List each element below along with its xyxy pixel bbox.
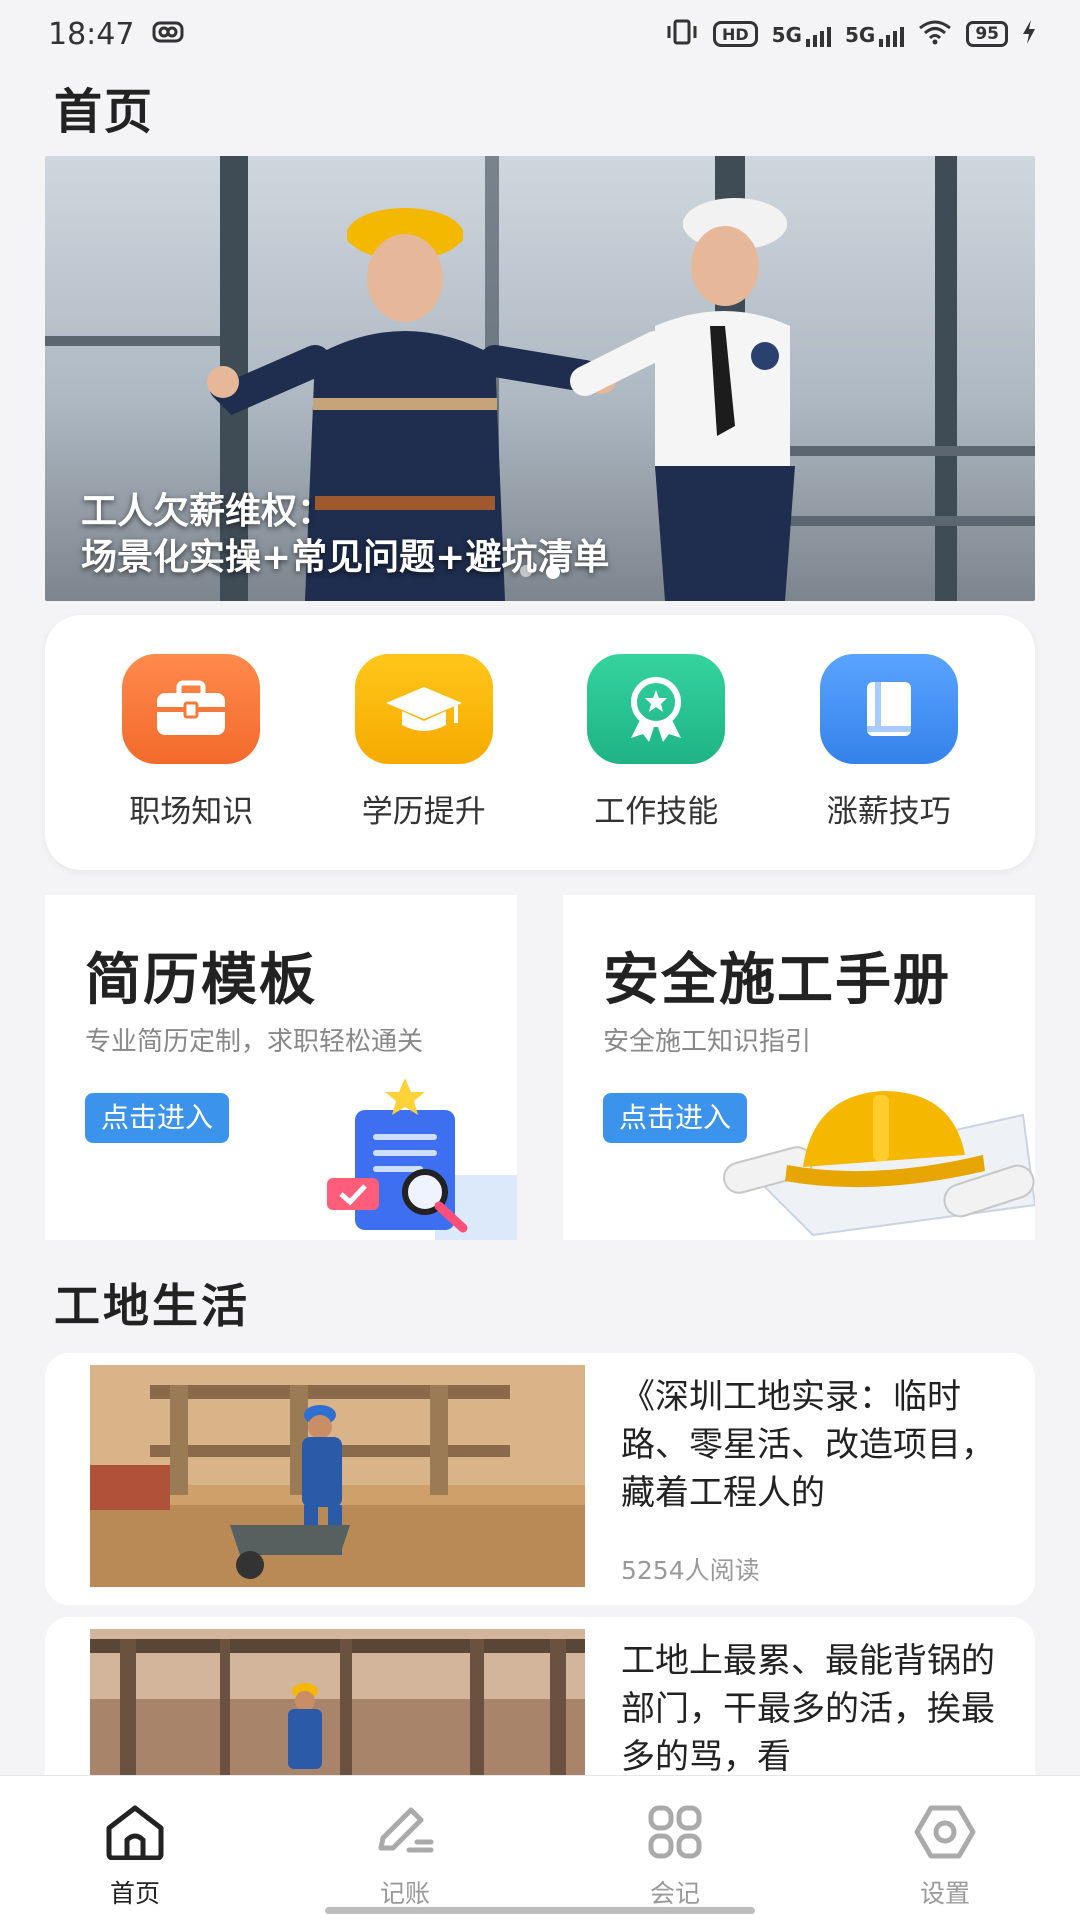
bottom-nav: 首页 记账 会记 设置: [0, 1775, 1080, 1920]
nav-tab-records[interactable]: 会记: [575, 1776, 775, 1920]
resume-card-subtitle: 专业简历定制，求职轻松通关: [85, 1027, 424, 1057]
status-time: 18:47: [48, 16, 135, 52]
nav-tab-label: 会记: [649, 1879, 700, 1908]
resume-document-icon: [327, 1078, 517, 1240]
book-icon: [819, 654, 958, 764]
quick-action-label: 工作技能: [594, 794, 719, 830]
signal-2: 5G: [844, 21, 905, 47]
banner-carousel[interactable]: 工人欠薪维权： 场景化实操+常见问题+避坑清单: [45, 156, 1035, 601]
hexagon-settings-icon: [913, 1804, 977, 1864]
section-title-site-life: 工地生活: [54, 1279, 250, 1333]
quick-action-label: 职场知识: [129, 794, 254, 830]
signal-1: 5G: [772, 21, 831, 47]
quick-action-career-knowledge[interactable]: 职场知识: [91, 654, 291, 831]
nav-tab-settings[interactable]: 设置: [845, 1776, 1045, 1920]
banner-caption-line1: 工人欠薪维权：: [81, 491, 334, 532]
nav-tab-label: 首页: [109, 1879, 160, 1908]
nav-tab-label: 设置: [919, 1879, 970, 1908]
quick-action-salary-tips[interactable]: 涨薪技巧: [789, 654, 989, 831]
wifi-icon: [918, 19, 952, 50]
nav-tab-home[interactable]: 首页: [35, 1776, 235, 1920]
carousel-dots: [45, 565, 1035, 579]
quick-action-label: 涨薪技巧: [826, 794, 951, 830]
resume-card-title: 简历模板: [85, 948, 317, 1013]
pen-icon: [373, 1804, 437, 1864]
quick-action-label: 学历提升: [361, 794, 486, 830]
grid-icon: [643, 1804, 707, 1864]
resume-template-card[interactable]: 简历模板 专业简历定制，求职轻松通关 点击进入: [45, 895, 517, 1240]
article-card[interactable]: 《深圳工地实录：临时路、零星活、改造项目，藏着工程人的 5254人阅读: [45, 1353, 1035, 1605]
home-indicator-bar[interactable]: [325, 1907, 755, 1914]
carousel-dot-active[interactable]: [546, 565, 560, 579]
camera-icon: [152, 17, 184, 52]
article-title: 工地上最累、最能背锅的部门，干最多的活，挨最多的骂，看: [621, 1641, 995, 1777]
quick-action-work-skills[interactable]: 工作技能: [556, 654, 756, 831]
nav-tab-label: 记账: [379, 1879, 430, 1908]
signal-bars-icon: [879, 21, 905, 47]
signal-bars-icon: [805, 21, 831, 47]
battery-icon: 95: [966, 21, 1008, 47]
quick-actions-card: 职场知识 学历提升 工作技能 涨薪技巧: [45, 615, 1035, 870]
nav-tab-bookkeeping[interactable]: 记账: [305, 1776, 505, 1920]
charging-icon: [1022, 19, 1036, 49]
vibrate-icon: [665, 19, 699, 50]
safety-card-title: 安全施工手册: [603, 948, 951, 1013]
network-type-label: 5G: [771, 23, 802, 47]
article-title: 《深圳工地实录：临时路、零星活、改造项目，藏着工程人的: [621, 1377, 995, 1513]
hd-badge: HD: [712, 21, 758, 47]
status-bar: 18:47 HD 5G 5G 95: [0, 0, 1080, 68]
safety-card-subtitle: 安全施工知识指引: [603, 1027, 812, 1057]
home-icon: [103, 1804, 167, 1864]
safety-manual-card[interactable]: 安全施工手册 安全施工知识指引 点击进入: [563, 895, 1035, 1240]
carousel-dot[interactable]: [520, 565, 532, 577]
graduation-cap-icon: [354, 654, 493, 764]
page-title: 首页: [54, 84, 155, 140]
award-ribbon-icon: [587, 654, 726, 764]
resume-enter-button[interactable]: 点击进入: [85, 1093, 230, 1143]
article-thumbnail: [90, 1365, 585, 1587]
quick-action-education[interactable]: 学历提升: [324, 654, 524, 831]
briefcase-icon: [122, 654, 261, 764]
network-type-label: 5G: [844, 23, 876, 47]
article-read-count: 5254人阅读: [621, 1556, 760, 1585]
hard-hat-icon: [723, 1091, 1035, 1237]
